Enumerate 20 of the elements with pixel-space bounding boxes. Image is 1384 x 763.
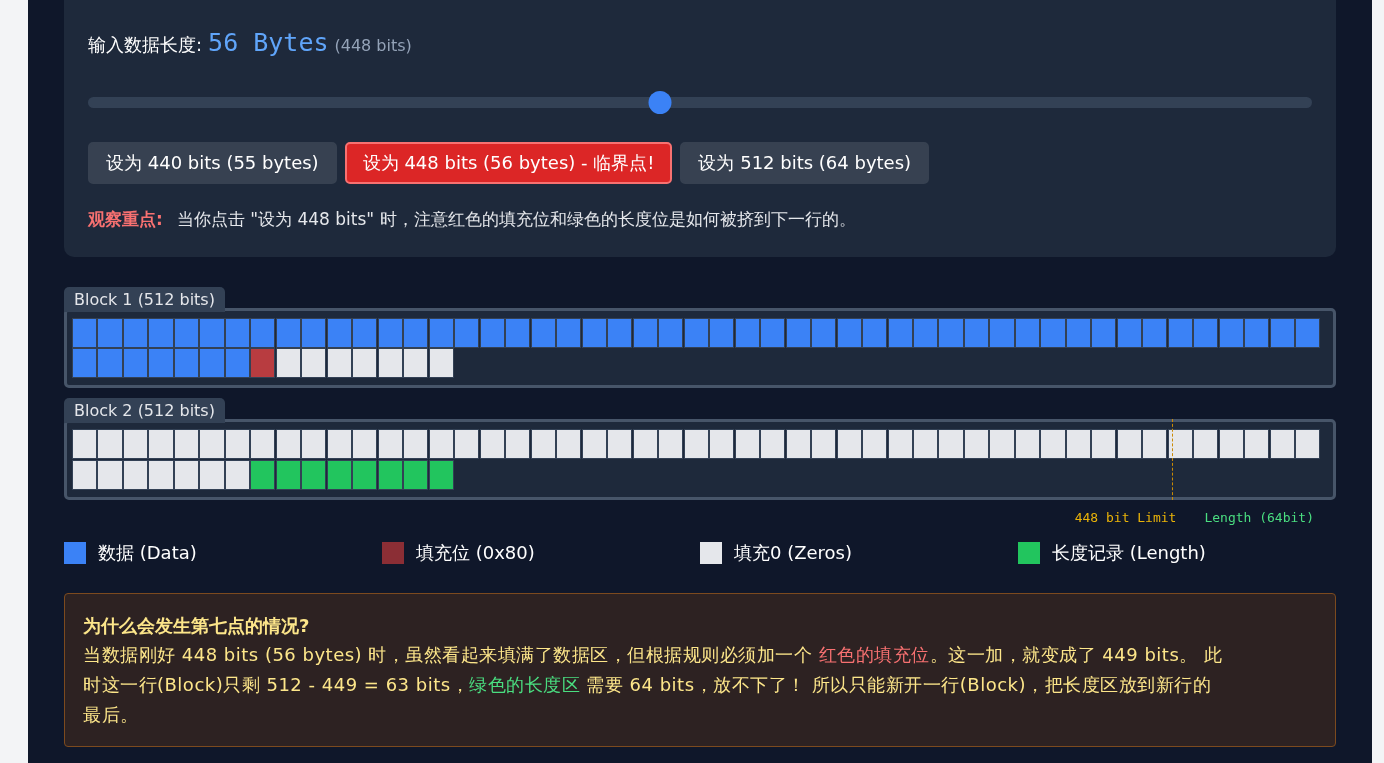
block-title: Block 2 (512 bits)	[64, 398, 225, 424]
legend-label: 填充位 (0x80)	[416, 540, 535, 565]
note-label: 观察重点:	[88, 208, 163, 231]
legend-label: 长度记录 (Length)	[1052, 540, 1206, 565]
length-value: 56 Bytes	[208, 28, 329, 57]
legend-label: 数据 (Data)	[98, 540, 197, 565]
preset-button[interactable]: 设为 512 bits (64 bytes)	[680, 142, 930, 184]
length-label: 输入数据长度:	[88, 33, 203, 57]
bits-value: (448 bits)	[334, 36, 412, 55]
note-text: 当你点击 "设为 448 bits" 时，注意红色的填充位和绿色的长度位是如何被挤到下一行的。	[176, 208, 856, 231]
preset-button[interactable]: 设为 440 bits (55 bytes)	[88, 142, 337, 184]
explanation-text: 当数据刚好 448 bits (56 bytes) 时，虽然看起来填满了数据区，但根据规则必须加一个 红色的填充位。这一加，就变成了 449 bits。 此时这一行(Block)只剩 512 - 449 = 63 bits，绿色的长度区 需要 64 bits，放不下了！ 所以只能新开一行(Block)，把长度区放到新行的最后。	[83, 642, 1223, 727]
preset-button[interactable]: 设为 448 bits (56 bytes) - 临界点!	[344, 142, 673, 184]
slider-thumb[interactable]	[648, 91, 672, 114]
legend-label: 填充0 (Zeros)	[734, 540, 853, 565]
explanation-title: 为什么会发生第七点的情况?	[83, 613, 311, 638]
length-slider[interactable]	[88, 91, 1312, 114]
block-title: Block 1 (512 bits)	[64, 287, 225, 312]
length-marker: Length (64bit)	[1204, 509, 1314, 525]
limit-marker: 448 bit Limit	[1074, 509, 1177, 525]
